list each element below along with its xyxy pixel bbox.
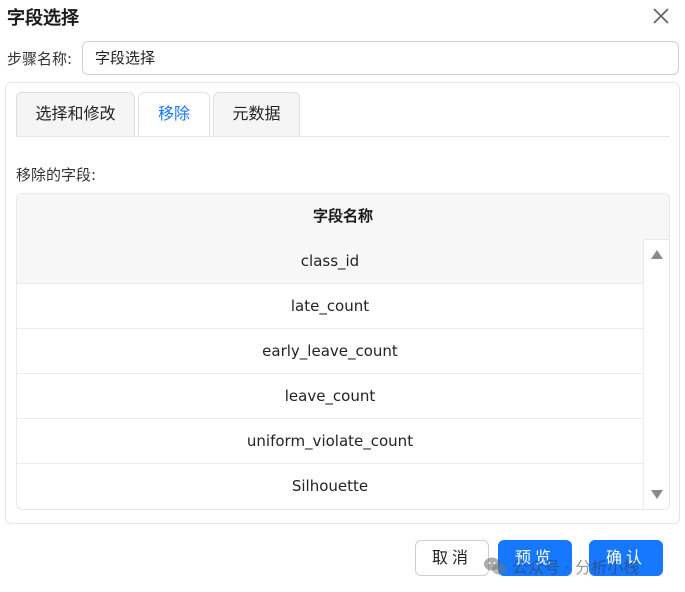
close-icon[interactable]: [650, 5, 672, 27]
tab-remove[interactable]: 移除: [138, 92, 210, 137]
tab-metadata[interactable]: 元数据: [213, 92, 300, 136]
table-row[interactable]: early_leave_count: [17, 329, 643, 374]
removed-fields-table: 字段名称 class_id late_count early_leave_cou…: [16, 193, 670, 510]
table-row[interactable]: class_id: [17, 239, 643, 284]
table-row[interactable]: Silhouette: [17, 464, 643, 509]
removed-fields-label: 移除的字段:: [16, 166, 97, 184]
table-body: class_id late_count early_leave_count le…: [17, 239, 644, 509]
column-header-field-name: 字段名称: [17, 194, 669, 240]
table-row[interactable]: late_count: [17, 284, 643, 329]
scroll-up-arrow-icon[interactable]: [650, 249, 664, 261]
table-row[interactable]: leave_count: [17, 374, 643, 419]
table-row[interactable]: uniform_violate_count: [17, 419, 643, 464]
watermark: 公众号 · 分析小栈: [483, 553, 639, 579]
step-name-input[interactable]: 字段选择: [82, 41, 679, 75]
dialog-title: 字段选择: [7, 8, 79, 29]
watermark-text: 公众号 · 分析小栈: [512, 558, 640, 577]
scroll-down-arrow-icon[interactable]: [650, 488, 664, 500]
cancel-button[interactable]: 取消: [415, 540, 489, 576]
step-name-label: 步骤名称:: [7, 50, 73, 68]
tab-select-modify[interactable]: 选择和修改: [16, 92, 135, 136]
wechat-icon: [484, 557, 506, 575]
tab-divider: [16, 136, 670, 137]
